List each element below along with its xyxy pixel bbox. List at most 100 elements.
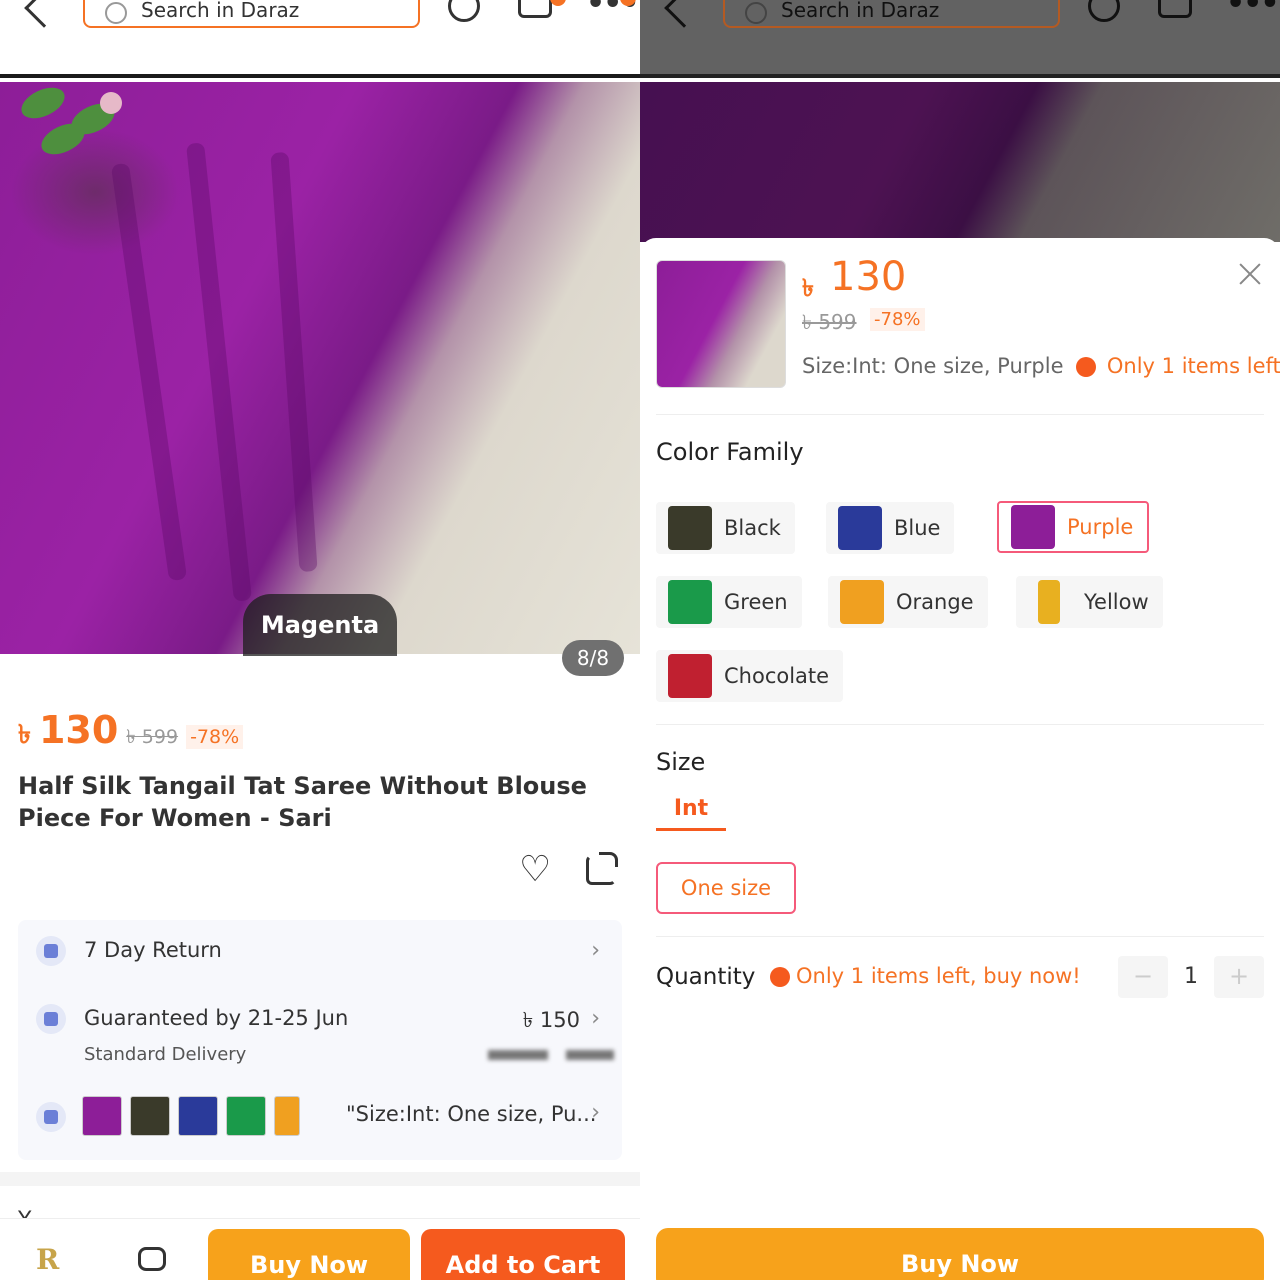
selection-text: Size:Int: One size, Purple [802,354,1064,378]
sheet-price: 130 [830,254,907,300]
quantity-decrement-button[interactable]: − [1118,956,1168,998]
color-label: Black [724,516,781,540]
color-option-purple[interactable]: Purple [997,501,1150,553]
wishlist-heart-icon[interactable]: ♡ [519,852,551,888]
color-option-black[interactable]: Black [656,502,795,554]
size-tab-int[interactable]: Int [656,796,726,821]
cart-badge [550,0,566,6]
color-label: Green [724,590,788,614]
add-to-cart-button[interactable]: Add to Cart [421,1229,625,1280]
swatch [838,506,882,550]
stock-warning: Only 1 items left [1106,354,1280,378]
alarm-clock-icon [770,967,790,987]
back-arrow-icon[interactable] [24,0,64,28]
search-icon [105,2,127,24]
variant-summary[interactable]: "Size:Int: One size, Pu... [346,1102,596,1126]
history-icon[interactable] [448,0,480,22]
color-option-yellow[interactable]: Yellow [1016,576,1163,628]
swatch [668,580,712,624]
size-option-one-size[interactable]: One size [656,862,796,914]
variant-thumbnails[interactable] [82,1096,300,1136]
fabric-fold [110,162,188,582]
fabric-fold [270,151,318,573]
search-input[interactable]: Search in Daraz [83,0,420,28]
delivery-price: ৳ 150 [522,1008,580,1032]
color-label: Blue [894,516,941,540]
quantity-title: Quantity [656,964,756,990]
delivery-label: Guaranteed by 21-25 Jun [84,1006,349,1030]
discount-badge: -78% [186,725,244,749]
cart-icon [1158,0,1192,18]
buy-now-button[interactable]: Buy Now [208,1229,410,1280]
swatch [668,506,712,550]
color-label: Purple [1067,515,1134,539]
section-divider [0,1172,640,1186]
variant-sheet-panel: Search in Daraz ••• ৳ 130 ৳ 599 -78% Siz… [640,0,1280,1280]
sheet-selection-summary: Size:Int: One size, Purple Only 1 items … [802,354,1280,378]
search-icon [745,2,767,24]
back-arrow-icon [664,0,704,28]
top-bar-dimmed: Search in Daraz ••• [640,0,1280,78]
swatch [840,580,884,624]
chevron-right-icon: › [591,938,600,963]
currency-symbol: ৳ [18,720,31,750]
color-option-green[interactable]: Green [656,576,802,628]
chat-icon[interactable] [138,1247,166,1271]
divider [656,414,1264,415]
search-placeholder: Search in Daraz [781,0,940,22]
chevron-right-icon: › [591,1100,600,1125]
shield-icon [36,936,66,966]
quantity-increment-button[interactable]: + [1214,956,1264,998]
info-card: 7 Day Return › Guaranteed by 21-25 Jun S… [18,920,622,1160]
quantity-warning: Only 1 items left, buy now! [770,964,1081,988]
quantity-value[interactable]: 1 [1176,964,1206,989]
more-icon: ••• [1226,0,1280,21]
search-placeholder: Search in Daraz [141,0,300,22]
delivery-subtitle: Standard Delivery [84,1044,247,1065]
image-counter: 8/8 [562,640,624,676]
variant-thumb-blue[interactable] [178,1096,218,1136]
delivery-box-icon [36,1004,66,1034]
redacted-text [488,1050,548,1060]
variant-selection-sheet: ৳ 130 ৳ 599 -78% Size:Int: One size, Pur… [640,238,1280,1280]
color-label: Yellow [1084,590,1149,614]
color-option-chocolate[interactable]: Chocolate [656,650,844,702]
sheet-product-thumbnail [656,260,786,388]
store-icon[interactable]: R [36,1243,59,1276]
flower-decoration [100,92,122,114]
variant-thumb-orange[interactable] [274,1096,300,1136]
product-image-dimmed[interactable] [640,82,1280,242]
sheet-currency: ৳ [802,274,814,302]
color-option-blue[interactable]: Blue [826,502,955,554]
variant-thumb-purple[interactable] [82,1096,122,1136]
swatch [668,654,712,698]
cart-icon[interactable] [518,0,552,18]
sheet-buy-now-button[interactable]: Buy Now [656,1228,1264,1280]
sheet-original-price: ৳ 599 [802,310,857,334]
divider [656,936,1264,937]
sheet-discount: -78% [870,308,925,331]
share-icon[interactable] [586,852,618,885]
divider [656,724,1264,725]
swatch [1038,580,1060,624]
color-label: Chocolate [724,664,830,688]
screen: Search in Daraz ••• Magenta 8/8 ৳ 130 ৳ … [0,0,1280,1280]
product-title: Half Silk Tangail Tat Saree Without Blou… [18,772,587,832]
current-price: 130 [38,708,119,752]
fabric-fold [186,142,252,602]
price-row: ৳ 130 ৳ 599 -78% [18,708,244,758]
size-title: Size [656,748,706,776]
product-detail-panel: Search in Daraz ••• Magenta 8/8 ৳ 130 ৳ … [0,0,640,1280]
color-label: Orange [896,590,974,614]
alarm-clock-icon [1076,357,1097,377]
color-option-orange[interactable]: Orange [828,576,988,628]
chevron-right-icon: › [591,1006,600,1031]
history-icon [1088,0,1120,22]
return-label: 7 Day Return [84,938,222,962]
swatch [1011,505,1055,549]
variant-thumb-black[interactable] [130,1096,170,1136]
close-icon[interactable] [1236,260,1264,288]
variant-thumb-green[interactable] [226,1096,266,1136]
return-row[interactable]: 7 Day Return › [18,934,622,970]
product-image[interactable] [0,82,640,654]
